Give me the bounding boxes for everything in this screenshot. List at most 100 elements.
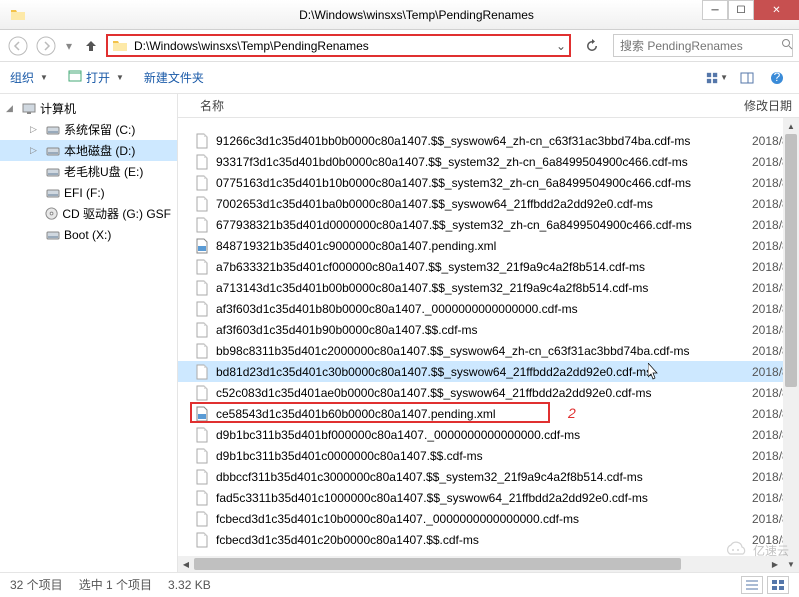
preview-pane-button[interactable] [735,67,759,89]
scroll-track[interactable] [194,556,767,572]
view-options-button[interactable]: ▼ [705,67,729,89]
file-row[interactable]: 91266c3d1c35d401bb0b0000c80a1407.$$_sysw… [178,130,799,151]
scroll-track[interactable] [783,134,799,556]
search-input[interactable] [620,39,775,53]
scroll-up-icon[interactable]: ▲ [783,118,799,134]
tree-computer[interactable]: ◢ 计算机 [0,98,177,119]
file-name: fcbecd3d1c35d401c10b0000c80a1407._000000… [216,512,746,526]
new-folder-button[interactable]: 新建文件夹 [144,69,204,86]
file-row[interactable]: a7b633321b35d401cf000000c80a1407.$$_syst… [178,256,799,277]
drive-icon [46,165,60,179]
file-row[interactable]: a713143d1c35d401b00b0000c80a1407.$$_syst… [178,277,799,298]
drive-icon [46,228,60,242]
file-list-body[interactable]: 91266c3d1c35d401bb0b0000c80a1407.$$_sysw… [178,118,799,572]
file-icon [194,469,210,485]
horizontal-scrollbar[interactable]: ◀ ▶ [178,556,783,572]
address-bar[interactable]: ⌄ [106,34,571,57]
file-icon [194,322,210,338]
tree-drive-item[interactable]: 老毛桃U盘 (E:) [0,161,177,182]
address-input[interactable] [132,39,553,53]
file-row[interactable]: fad5c3311b35d401c1000000c80a1407.$$_sysw… [178,487,799,508]
file-name: af3f603d1c35d401b90b0000c80a1407.$$.cdf-… [216,323,746,337]
file-name: bd81d23d1c35d401c30b0000c80a1407.$$_sysw… [216,365,746,379]
file-icon [194,133,210,149]
statusbar: 32 个项目 选中 1 个项目 3.32 KB [0,572,799,596]
status-view-buttons [741,576,789,594]
file-icon [194,406,210,422]
file-icon [194,238,210,254]
help-button[interactable]: ? [765,67,789,89]
vertical-scrollbar[interactable]: ▲ ▼ [783,118,799,572]
tree-drive-item[interactable]: EFI (F:) [0,182,177,203]
expand-icon[interactable]: ▷ [30,124,42,135]
file-name: 93317f3d1c35d401bd0b0000c80a1407.$$_syst… [216,155,746,169]
file-row[interactable]: 0775163d1c35d401b10b0000c80a1407.$$_syst… [178,172,799,193]
refresh-button[interactable] [581,39,603,53]
file-name: ce58543d1c35d401b60b0000c80a1407.pending… [216,407,746,421]
address-dropdown-icon[interactable]: ⌄ [553,39,569,53]
up-button[interactable] [80,35,102,57]
file-name: 7002653d1c35d401ba0b0000c80a1407.$$_sysw… [216,197,746,211]
titlebar: D:\Windows\winsxs\Temp\PendingRenames ─ … [0,0,799,30]
file-row[interactable]: d9b1bc311b35d401bf000000c80a1407._000000… [178,424,799,445]
file-row[interactable]: 848719321b35d401c9000000c80a1407.pending… [178,235,799,256]
expand-icon[interactable]: ▷ [30,145,42,156]
file-row[interactable]: ce58543d1c35d401b60b0000c80a1407.pending… [178,403,799,424]
organize-label: 组织 [10,69,34,86]
navbar: ▾ ⌄ 1 [0,30,799,62]
file-row[interactable]: 677938321b35d401d0000000c80a1407.$$_syst… [178,214,799,235]
search-box[interactable] [613,34,793,57]
toolbar-right: ▼ ? [705,67,789,89]
expand-icon[interactable]: ◢ [6,103,18,114]
file-icon [194,259,210,275]
scroll-thumb[interactable] [785,134,797,387]
status-selected: 选中 1 个项目 [79,576,152,593]
details-view-button[interactable] [741,576,763,594]
file-name: fad5c3311b35d401c1000000c80a1407.$$_sysw… [216,491,746,505]
cloud-icon [723,540,749,561]
file-name: dbbccf311b35d401c3000000c80a1407.$$_syst… [216,470,746,484]
drive-icon [45,207,58,221]
toolbar: 组织 ▼ 打开 ▼ 新建文件夹 ▼ ? [0,62,799,94]
history-dropdown[interactable]: ▾ [62,34,76,58]
file-row[interactable]: af3f603d1c35d401b90b0000c80a1407.$$.cdf-… [178,319,799,340]
file-row[interactable]: c52c083d1c35d401ae0b0000c80a1407.$$_sysw… [178,382,799,403]
file-row[interactable]: 93317f3d1c35d401bd0b0000c80a1407.$$_syst… [178,151,799,172]
tree-drive-item[interactable]: ▷系统保留 (C:) [0,119,177,140]
tree-drive-item[interactable]: CD 驱动器 (G:) GSF [0,203,177,224]
scroll-thumb[interactable] [194,558,681,570]
file-icon [194,364,210,380]
file-icon [194,343,210,359]
svg-text:?: ? [774,71,781,84]
file-row[interactable]: 7002653d1c35d401ba0b0000c80a1407.$$_sysw… [178,193,799,214]
file-row[interactable]: fcbecd3d1c35d401c20b0000c80a1407.$$.cdf-… [178,529,799,550]
tree-drive-item[interactable]: ▷本地磁盘 (D:) [0,140,177,161]
file-name: 91266c3d1c35d401bb0b0000c80a1407.$$_sysw… [216,134,746,148]
open-menu[interactable]: 打开 ▼ [68,69,124,86]
thumbnails-view-button[interactable] [767,576,789,594]
tree-drive-item[interactable]: Boot (X:) [0,224,177,245]
column-header-name[interactable]: 名称 [178,97,738,114]
file-row[interactable]: af3f603d1c35d401b80b0000c80a1407._000000… [178,298,799,319]
file-icon [194,217,210,233]
file-row[interactable]: bb98c8311b35d401c2000000c80a1407.$$_sysw… [178,340,799,361]
column-header-modified[interactable]: 修改日期 [738,97,799,114]
drive-icon [46,144,60,158]
organize-menu[interactable]: 组织 ▼ [10,69,48,86]
drive-icon [46,123,60,137]
minimize-button[interactable]: ─ [702,0,728,20]
file-name: c52c083d1c35d401ae0b0000c80a1407.$$_sysw… [216,386,746,400]
file-row[interactable]: dbbccf311b35d401c3000000c80a1407.$$_syst… [178,466,799,487]
back-button[interactable] [6,34,30,58]
file-row[interactable]: fcbecd3d1c35d401c10b0000c80a1407._000000… [178,508,799,529]
dropdown-caret-icon: ▼ [116,73,124,82]
file-icon [194,280,210,296]
file-name: a7b633321b35d401cf000000c80a1407.$$_syst… [216,260,746,274]
file-row[interactable]: bd81d23d1c35d401c30b0000c80a1407.$$_sysw… [178,361,799,382]
close-button[interactable]: ✕ [754,0,799,20]
scroll-left-icon[interactable]: ◀ [178,556,194,572]
maximize-button[interactable]: ☐ [728,0,754,20]
file-row[interactable]: d9b1bc311b35d401c0000000c80a1407.$$.cdf-… [178,445,799,466]
tree-item-label: Boot (X:) [64,228,111,242]
forward-button[interactable] [34,34,58,58]
